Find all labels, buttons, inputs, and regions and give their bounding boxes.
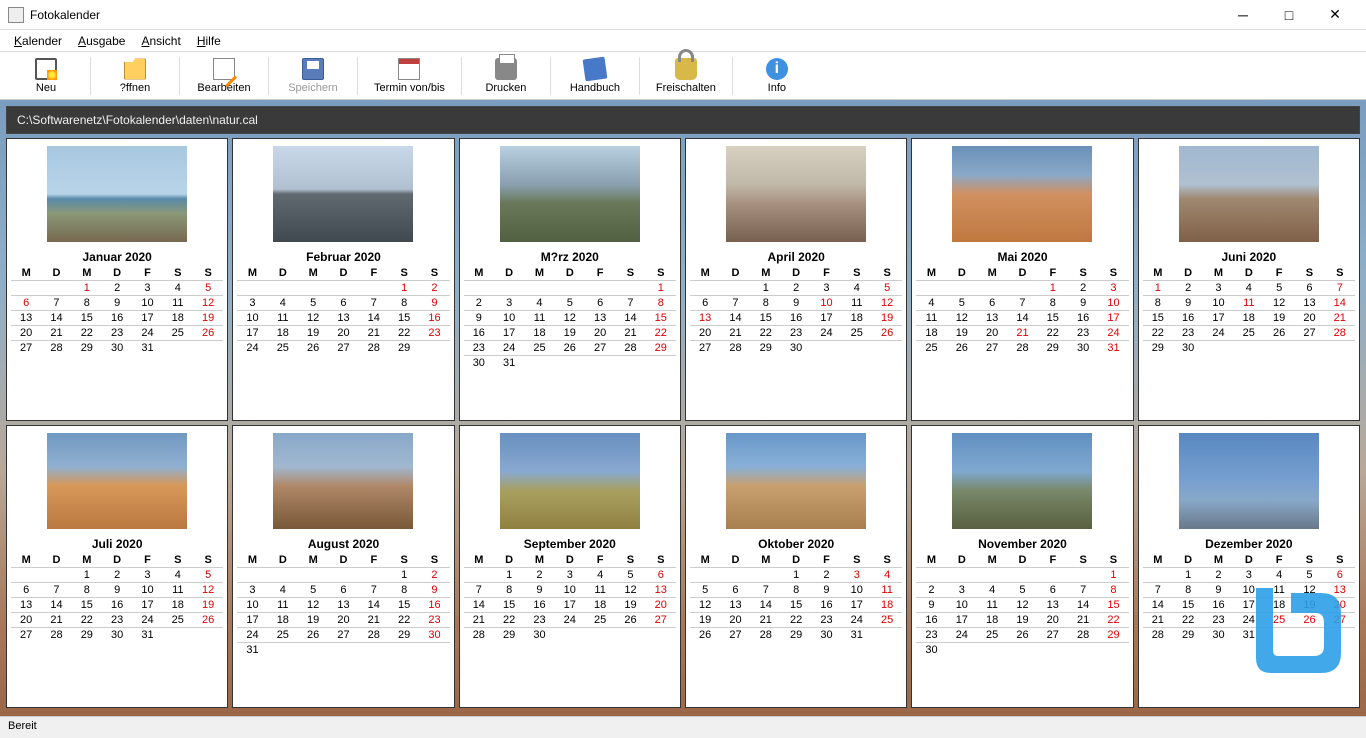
day-table: MDMDFSS123456789101112131415161718192021… bbox=[11, 266, 223, 355]
month-photo bbox=[500, 433, 640, 529]
tool-drucken[interactable]: Drucken bbox=[466, 56, 546, 96]
month-photo bbox=[273, 146, 413, 242]
month-photo bbox=[47, 433, 187, 529]
day-table: MDMDFSS123456789101112131415161718192021… bbox=[690, 266, 902, 355]
day-table: MDMDFSS123456789101112131415161718192021… bbox=[916, 266, 1128, 355]
month-title: Februar 2020 bbox=[306, 250, 381, 264]
day-table: MDMDFSS123456789101112131415161718192021… bbox=[464, 553, 676, 642]
day-table: MDMDFSS123456789101112131415161718192021… bbox=[1143, 553, 1355, 642]
tool-label: Bearbeiten bbox=[197, 82, 250, 94]
status-text: Bereit bbox=[8, 720, 37, 732]
month-title: September 2020 bbox=[524, 537, 616, 551]
app-icon bbox=[8, 7, 24, 23]
month-card[interactable]: Februar 2020 MDMDFSS123456789101112131415… bbox=[232, 138, 454, 421]
edit-icon bbox=[213, 58, 235, 80]
day-table: MDMDFSS123456789101112131415161718192021… bbox=[464, 266, 676, 370]
day-table: MDMDFSS123456789101112131415161718192021… bbox=[237, 266, 449, 355]
month-title: Oktober 2020 bbox=[758, 537, 834, 551]
month-card[interactable]: August 2020 MDMDFSS1234567891011121314151… bbox=[232, 425, 454, 708]
month-title: Juli 2020 bbox=[92, 537, 143, 551]
minimize-button[interactable]: ─ bbox=[1220, 0, 1266, 30]
month-card[interactable]: Januar 2020 MDMDFSS1234567891011121314151… bbox=[6, 138, 228, 421]
toolbar: Neu ?ffnen Bearbeiten Speichern Termin von/b… bbox=[0, 52, 1366, 100]
tool-label: Drucken bbox=[485, 82, 526, 94]
tool-handbuch[interactable]: Handbuch bbox=[555, 56, 635, 96]
month-photo bbox=[1179, 146, 1319, 242]
save-icon bbox=[302, 58, 324, 80]
menu-kalender[interactable]: Kalender bbox=[6, 32, 70, 50]
month-card[interactable]: Oktober 2020 MDMDFSS123456789101112131415… bbox=[685, 425, 907, 708]
day-table: MDMDFSS123456789101112131415161718192021… bbox=[237, 553, 449, 657]
month-card[interactable]: September 2020 MDMDFSS1234567891011121314… bbox=[459, 425, 681, 708]
date-icon bbox=[398, 58, 420, 80]
close-button[interactable]: ✕ bbox=[1312, 0, 1358, 30]
window-controls: ─ □ ✕ bbox=[1220, 0, 1358, 30]
day-table: MDMDFSS123456789101112131415161718192021… bbox=[916, 553, 1128, 657]
menu-ansicht[interactable]: Ansicht bbox=[133, 32, 188, 50]
tool-ffnen[interactable]: ?ffnen bbox=[95, 56, 175, 96]
month-card[interactable]: November 2020 MDMDFSS12345678910111213141… bbox=[911, 425, 1133, 708]
menu-ausgabe[interactable]: Ausgabe bbox=[70, 32, 133, 50]
titlebar: Fotokalender ─ □ ✕ bbox=[0, 0, 1366, 30]
info-icon: i bbox=[766, 58, 788, 80]
month-title: M?rz 2020 bbox=[541, 250, 599, 264]
month-title: August 2020 bbox=[308, 537, 379, 551]
day-table: MDMDFSS123456789101112131415161718192021… bbox=[690, 553, 902, 642]
month-title: November 2020 bbox=[978, 537, 1067, 551]
month-photo bbox=[273, 433, 413, 529]
tool-label: Termin von/bis bbox=[374, 82, 445, 94]
month-photo bbox=[500, 146, 640, 242]
file-path: C:\Softwarenetz\Fotokalender\daten\natur… bbox=[6, 106, 1360, 134]
month-card[interactable]: Mai 2020 MDMDFSS1234567891011121314151617… bbox=[911, 138, 1133, 421]
month-title: Dezember 2020 bbox=[1205, 537, 1292, 551]
tool-label: ?ffnen bbox=[120, 82, 150, 94]
month-title: April 2020 bbox=[767, 250, 824, 264]
workspace: C:\Softwarenetz\Fotokalender\daten\natur… bbox=[0, 100, 1366, 716]
month-title: Januar 2020 bbox=[82, 250, 151, 264]
month-photo bbox=[47, 146, 187, 242]
month-card[interactable]: Juni 2020 MDMDFSS123456789101112131415161… bbox=[1138, 138, 1360, 421]
menu-hilfe[interactable]: Hilfe bbox=[189, 32, 229, 50]
calendar-grid: Januar 2020 MDMDFSS1234567891011121314151… bbox=[6, 138, 1360, 708]
month-photo bbox=[952, 146, 1092, 242]
open-icon bbox=[124, 58, 146, 80]
day-table: MDMDFSS123456789101112131415161718192021… bbox=[1143, 266, 1355, 355]
tool-speichern: Speichern bbox=[273, 56, 353, 96]
month-photo bbox=[726, 433, 866, 529]
month-photo bbox=[726, 146, 866, 242]
month-card[interactable]: Juli 2020 MDMDFSS123456789101112131415161… bbox=[6, 425, 228, 708]
unlock-icon bbox=[675, 58, 697, 80]
month-card[interactable]: April 2020 MDMDFSS12345678910111213141516… bbox=[685, 138, 907, 421]
book-icon bbox=[582, 56, 607, 81]
tool-label: Handbuch bbox=[570, 82, 620, 94]
month-photo bbox=[952, 433, 1092, 529]
tool-label: Speichern bbox=[288, 82, 338, 94]
day-table: MDMDFSS123456789101112131415161718192021… bbox=[11, 553, 223, 642]
tool-info[interactable]: i Info bbox=[737, 56, 817, 96]
tool-label: Neu bbox=[36, 82, 56, 94]
tool-freischalten[interactable]: Freischalten bbox=[644, 56, 728, 96]
month-card[interactable]: Dezember 2020 MDMDFSS12345678910111213141… bbox=[1138, 425, 1360, 708]
month-photo bbox=[1179, 433, 1319, 529]
month-title: Juni 2020 bbox=[1221, 250, 1276, 264]
month-title: Mai 2020 bbox=[997, 250, 1047, 264]
new-icon bbox=[35, 58, 57, 80]
tool-terminvonbis[interactable]: Termin von/bis bbox=[362, 56, 457, 96]
maximize-button[interactable]: □ bbox=[1266, 0, 1312, 30]
print-icon bbox=[495, 58, 517, 80]
statusbar: Bereit bbox=[0, 716, 1366, 738]
tool-label: Info bbox=[768, 82, 786, 94]
tool-bearbeiten[interactable]: Bearbeiten bbox=[184, 56, 264, 96]
tool-label: Freischalten bbox=[656, 82, 716, 94]
tool-neu[interactable]: Neu bbox=[6, 56, 86, 96]
month-card[interactable]: M?rz 2020 MDMDFSS123456789101112131415161… bbox=[459, 138, 681, 421]
window-title: Fotokalender bbox=[30, 8, 1220, 22]
